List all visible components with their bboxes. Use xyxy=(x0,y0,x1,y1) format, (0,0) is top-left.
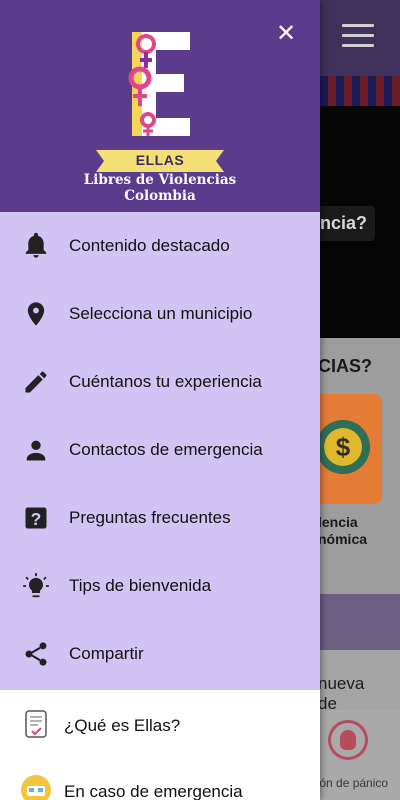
menu-item-label: ¿Qué es Ellas? xyxy=(64,716,181,735)
economic-violence-card[interactable]: $ xyxy=(310,394,382,504)
section-title: CIAS? xyxy=(318,356,372,376)
panic-button[interactable] xyxy=(328,720,368,760)
menu-item-label: Selecciona un municipio xyxy=(69,304,253,323)
ellas-logo-icon xyxy=(128,32,190,136)
menu-item-label: Preguntas frecuentes xyxy=(69,508,231,527)
hamburger-menu-icon[interactable] xyxy=(342,24,374,48)
menu-item-contactos-emergencia[interactable]: Contactos de emergencia xyxy=(0,416,320,484)
navigation-drawer: ✕ ELLAS Libres de Violencias Colombia Co… xyxy=(0,0,320,800)
menu-item-label: Compartir xyxy=(69,644,144,663)
location-pin-icon xyxy=(27,302,45,326)
panic-button-label: tón de pánico xyxy=(316,776,389,790)
close-icon[interactable]: ✕ xyxy=(274,22,298,46)
bell-icon xyxy=(25,232,47,258)
card-label: lencia nómica xyxy=(318,514,367,548)
menu-item-en-caso-emergencia[interactable]: En caso de emergencia xyxy=(0,758,320,800)
menu-item-tips-bienvenida[interactable]: Tips de bienvenida xyxy=(0,552,320,620)
pencil-icon xyxy=(25,371,47,393)
drawer-extra-links: ¿Qué es Ellas? En caso de emergencia xyxy=(0,690,320,800)
subtitle-line: Libres de Violencias xyxy=(83,172,237,188)
subtitle-line: Colombia xyxy=(124,188,196,204)
card-label-line: lencia xyxy=(318,514,358,530)
checklist-icon xyxy=(25,710,47,738)
menu-item-preguntas-frecuentes[interactable]: ? Preguntas frecuentes xyxy=(0,484,320,552)
banner-text: ELLAS xyxy=(135,152,185,168)
panic-face-icon xyxy=(340,730,356,750)
menu-item-label: En caso de emergencia xyxy=(64,782,243,800)
hero-caption: ncia? xyxy=(316,206,376,241)
menu-item-label: Contenido destacado xyxy=(69,236,230,255)
news-text-line: nueva xyxy=(318,674,365,693)
person-icon xyxy=(26,440,46,461)
menu-item-que-es-ellas[interactable]: ¿Qué es Ellas? xyxy=(0,692,320,756)
lightbulb-icon xyxy=(23,573,49,598)
menu-item-cuentanos-experiencia[interactable]: Cuéntanos tu experiencia xyxy=(0,348,320,416)
drawer-header: ✕ ELLAS Libres de Violencias Colombia xyxy=(0,0,320,212)
svg-text:?: ? xyxy=(31,509,42,529)
drawer-menu: Contenido destacado Selecciona un munici… xyxy=(0,212,320,690)
menu-item-selecciona-municipio[interactable]: Selecciona un municipio xyxy=(0,280,320,348)
question-box-icon: ? xyxy=(25,507,47,529)
coin-icon: $ xyxy=(324,428,362,466)
news-text: nueva de xyxy=(318,674,364,714)
menu-item-compartir[interactable]: Compartir xyxy=(0,620,320,688)
hero-image-detail xyxy=(320,76,400,106)
share-icon xyxy=(25,642,47,666)
card-label-line: nómica xyxy=(318,531,368,547)
menu-item-label: Contactos de emergencia xyxy=(69,440,263,459)
app-subtitle: Libres de Violencias Colombia xyxy=(60,172,260,204)
menu-item-contenido-destacado[interactable]: Contenido destacado xyxy=(0,212,320,280)
ambulance-icon xyxy=(21,775,51,800)
menu-item-label: Tips de bienvenida xyxy=(69,576,212,595)
menu-item-label: Cuéntanos tu experiencia xyxy=(69,372,262,391)
